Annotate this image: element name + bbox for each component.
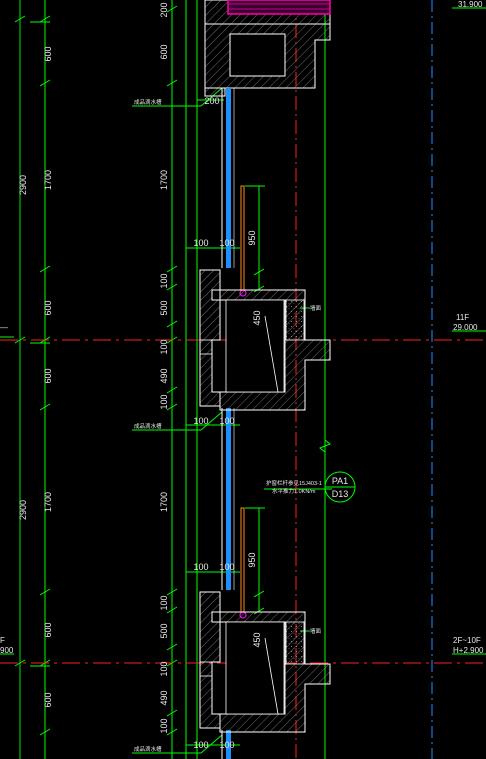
dim-172-200: 200 (159, 2, 169, 17)
label-drip-2: 成品滴水槽 (134, 422, 162, 430)
hdim-100-l-d: 100 (193, 740, 208, 750)
dim-172-100b: 100 (159, 339, 169, 354)
level-11f-value: 29.000 (453, 323, 478, 332)
hdim-100-r-a: 100 (219, 238, 234, 248)
top-slab (204, 0, 331, 97)
dim-below-lower: 600 (43, 692, 53, 707)
label-railing-note-2: 水平推力1.0KN/m (272, 487, 316, 495)
level-11f: 11F (456, 313, 469, 322)
overall-dim-bottom: 2900 (18, 500, 28, 520)
bay-unit-lower (199, 591, 331, 733)
dim-172-100d: 100 (159, 595, 169, 610)
left-fragment-lower: F (0, 636, 5, 645)
dim-top-upper: 600 (43, 46, 53, 61)
rail-dim-450-upper: 450 (252, 310, 262, 325)
label-side-2: 墙面 (310, 627, 322, 635)
dim-bottom-lower: 600 (43, 622, 53, 637)
level-roof-value: 31.900 (458, 0, 483, 9)
dim-172-490a: 490 (159, 368, 169, 383)
dim-172-100f: 100 (159, 718, 169, 733)
label-drip-3: 成品滴水槽 (134, 745, 162, 753)
hdim-100-r-d: 100 (219, 740, 234, 750)
dim-172-500b: 500 (159, 623, 169, 638)
hdim-100-l-c: 100 (193, 562, 208, 572)
dim-172-600: 600 (159, 44, 169, 59)
hdim-200: 200 (204, 96, 219, 106)
dim-172-500a: 500 (159, 300, 169, 315)
left-fragment-lower-value: 900 (0, 646, 14, 655)
detail-tag-bottom: D13 (332, 489, 349, 499)
dim-172-100e: 100 (159, 661, 169, 676)
hdim-100-r-b: 100 (219, 416, 234, 426)
dim-top-lower: 600 (43, 300, 53, 315)
detail-tag-top: PA1 (332, 476, 348, 486)
dim-172-1700a: 1700 (159, 170, 169, 190)
level-range-value: H+2.900 (453, 646, 484, 655)
dim-172-490b: 490 (159, 690, 169, 705)
dim-bottom-upper: 600 (43, 368, 53, 383)
label-railing-note-1: 护窗栏杆参见15J403-1 (266, 479, 322, 487)
rail-dim-450-lower: 450 (252, 632, 262, 647)
level-range-floor: 2F~10F (453, 636, 481, 645)
dim-bottom-mid: 1700 (43, 492, 53, 512)
hdim-100-r-c: 100 (219, 562, 234, 572)
label-side-1: 墙面 (310, 304, 322, 312)
detail-tag: PA1 D13 (324, 471, 356, 503)
bay-unit-upper (199, 269, 331, 411)
label-drip-1: 成品滴水槽 (134, 98, 162, 106)
dim-172-100c: 100 (159, 394, 169, 409)
dim-172-100a: 100 (159, 273, 169, 288)
dim-172-1700b: 1700 (159, 492, 169, 512)
hdim-100-l-b: 100 (193, 416, 208, 426)
left-fragment-upper: — (0, 323, 8, 332)
rail-dim-950-lower: 950 (247, 552, 257, 567)
hdim-100-l-a: 100 (193, 238, 208, 248)
dim-top-mid: 1700 (43, 170, 53, 190)
cad-wall-section-drawing: PA1 D13 2900 2900 600 1700 600 600 1700 … (0, 0, 486, 759)
overall-dim-top: 2900 (18, 175, 28, 195)
rail-dim-950-upper: 950 (247, 230, 257, 245)
